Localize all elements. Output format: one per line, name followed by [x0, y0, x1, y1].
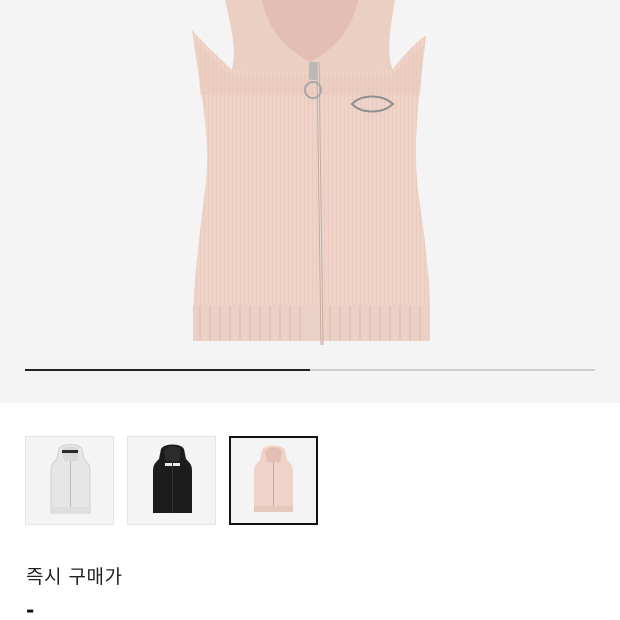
- thumbnail-white-vest[interactable]: [25, 436, 114, 525]
- pink-vest-thumb-image: [254, 445, 293, 512]
- instant-buy-price-value: -: [26, 598, 35, 620]
- black-vest-image: [153, 444, 192, 513]
- instant-buy-price-label: 즉시 구매가: [26, 566, 123, 588]
- thumbnail-strip: [25, 436, 595, 525]
- product-image-gallery[interactable]: [0, 0, 620, 403]
- thumbnail-pink-vest[interactable]: [229, 436, 318, 525]
- thumbnail-black-vest[interactable]: [127, 436, 216, 525]
- white-vest-image: [50, 444, 91, 514]
- gallery-progress-track: [25, 369, 595, 371]
- gallery-progress-fill: [25, 369, 310, 371]
- pink-vest-image: [192, 0, 430, 346]
